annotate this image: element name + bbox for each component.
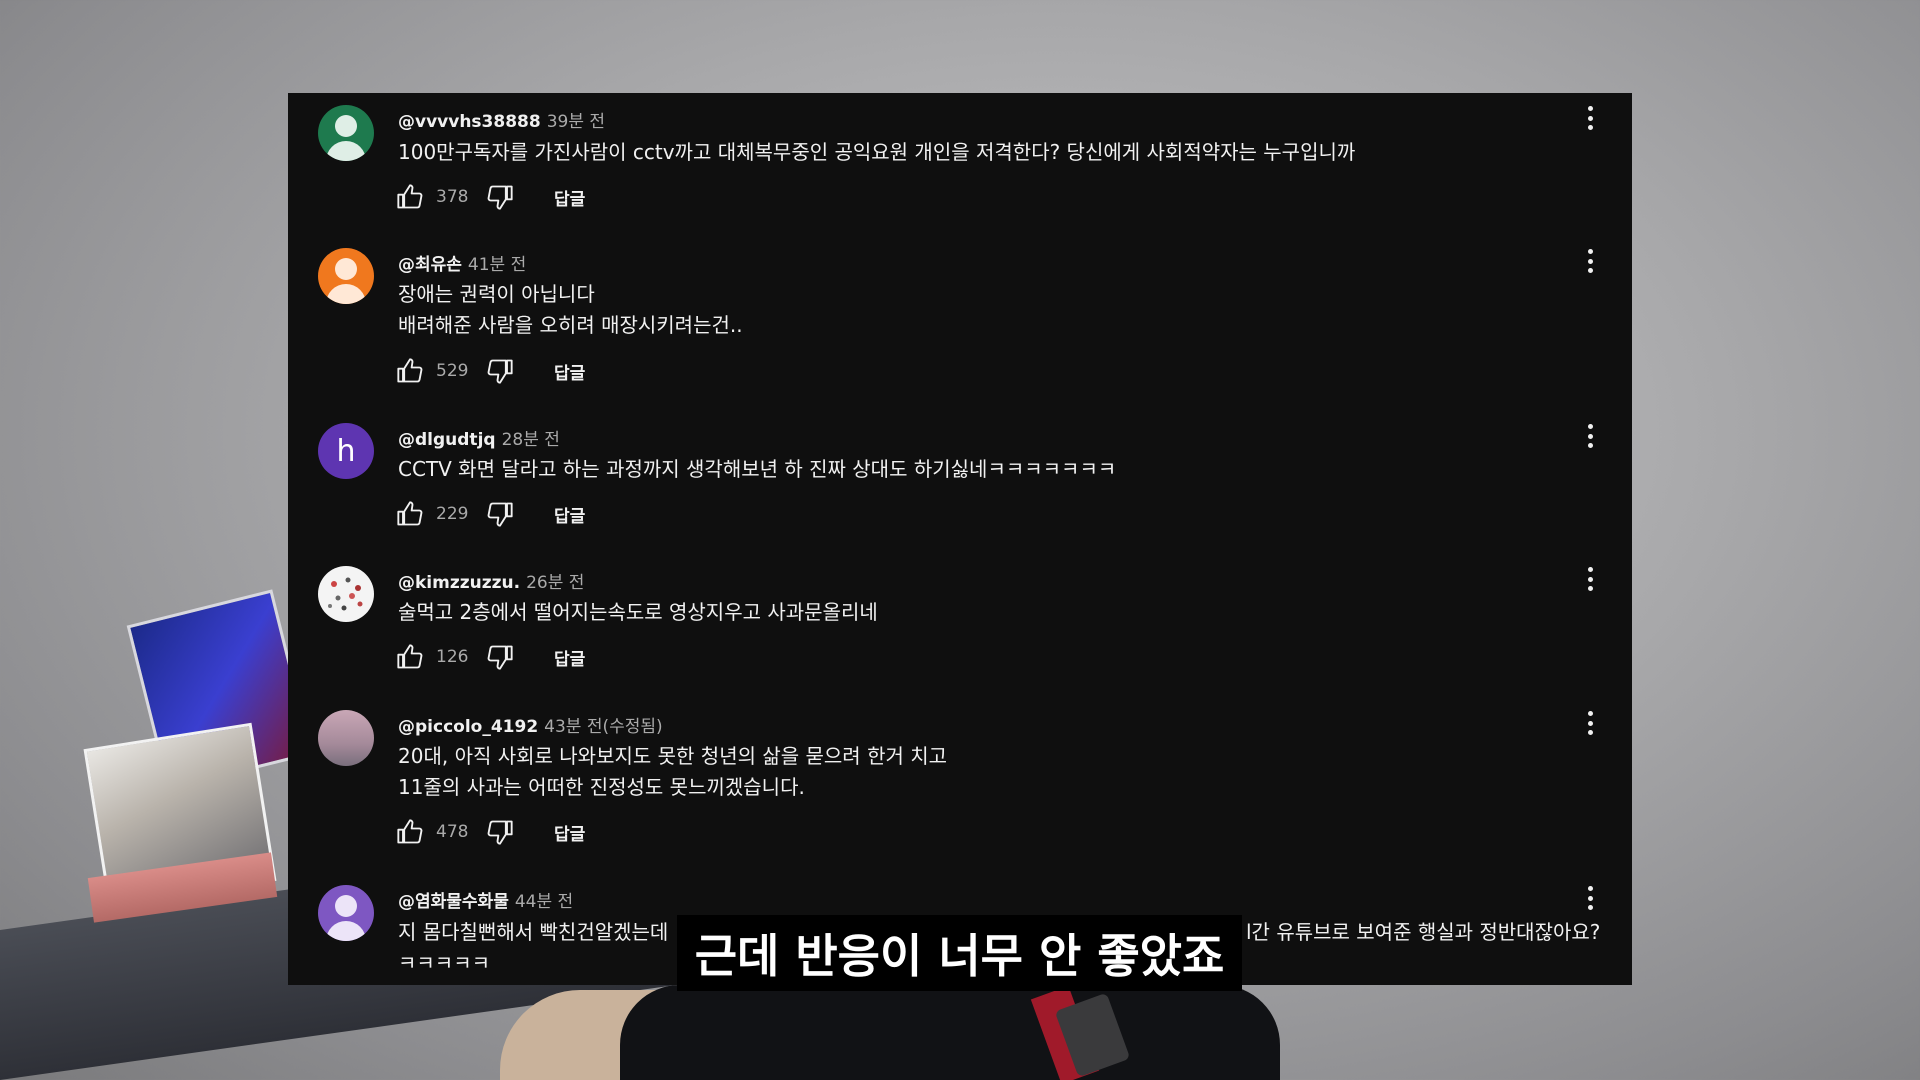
comment-actions: 378 답글 — [396, 182, 585, 212]
reply-button[interactable]: 답글 — [554, 502, 585, 527]
comment-actions: 529 답글 — [396, 356, 585, 386]
comment-text-line: ㅋㅋㅋㅋㅋ — [398, 951, 490, 975]
comment-timestamp[interactable]: 28분 전 — [502, 430, 560, 450]
comment-username[interactable]: @kimzzuzzu. — [398, 573, 520, 593]
avatar[interactable]: h — [318, 423, 374, 479]
avatar-pattern-icon — [328, 577, 363, 611]
comment-actions: 126 답글 — [396, 642, 585, 672]
comment-header: @dlgudtjq 28분 전 — [398, 425, 560, 450]
comment-text-line: CCTV 화면 달라고 하는 과정까지 생각해보년 하 진짜 상대도 하기싫네ㅋ… — [398, 457, 1117, 481]
thumbs-down-icon[interactable] — [486, 643, 514, 671]
thumbs-up-icon[interactable] — [396, 357, 424, 385]
thumbs-down-icon[interactable] — [486, 357, 514, 385]
comment-text: 술먹고 2층에서 떨어지는속도로 영상지우고 사과문올리네 — [398, 597, 878, 628]
comment-actions: 478 답글 — [396, 817, 585, 847]
more-options-icon[interactable] — [1580, 421, 1600, 451]
reply-button[interactable]: 답글 — [554, 645, 585, 670]
comment-timestamp[interactable]: 26분 전 — [526, 573, 584, 593]
avatar[interactable] — [318, 566, 374, 622]
comment-timestamp[interactable]: 44분 전 — [515, 892, 573, 912]
comment-text-line: 20대, 아직 사회로 나와보지도 못한 청년의 삶을 묻으려 한거 치고 — [398, 744, 948, 768]
more-options-icon[interactable] — [1580, 246, 1600, 276]
comment-header: @최유손 41분 전 — [398, 250, 526, 275]
comment-username[interactable]: @최유손 — [398, 255, 462, 275]
reply-button[interactable]: 답글 — [554, 185, 585, 210]
reply-button[interactable]: 답글 — [554, 820, 585, 845]
comment-username[interactable]: @염화물수화물 — [398, 892, 509, 912]
comment-header: @piccolo_4192 43분 전(수정됨) — [398, 712, 663, 737]
like-count: 378 — [436, 187, 469, 207]
comment-text: CCTV 화면 달라고 하는 과정까지 생각해보년 하 진짜 상대도 하기싫네ㅋ… — [398, 454, 1116, 485]
background-person — [620, 985, 1280, 1080]
comment-header: @vvvvhs38888 39분 전 — [398, 107, 605, 132]
like-count: 529 — [436, 361, 469, 381]
comment-timestamp[interactable]: 43분 전(수정됨) — [544, 717, 663, 737]
comment-timestamp[interactable]: 39분 전 — [547, 112, 605, 132]
comment-text-line: 11줄의 사과는 어떠한 진정성도 못느끼겠습니다. — [398, 775, 805, 799]
comment-text: 100만구독자를 가진사람이 cctv까고 대체복무중인 공익요원 개인을 저격… — [398, 137, 1355, 168]
avatar[interactable] — [318, 710, 374, 766]
comment-text-continued: l간 유튜브로 보여준 행실과 정반대잖아요? — [1246, 920, 1601, 944]
comment-text: 장애는 권력이 아닙니다 배려해준 사람을 오히려 매장시키려는건.. — [398, 279, 743, 341]
reply-button[interactable]: 답글 — [554, 359, 585, 384]
avatar[interactable] — [318, 885, 374, 941]
like-count: 478 — [436, 822, 469, 842]
comment-actions: 229 답글 — [396, 499, 585, 529]
comment-text-line: 100만구독자를 가진사람이 cctv까고 대체복무중인 공익요원 개인을 저격… — [398, 140, 1356, 164]
thumbs-down-icon[interactable] — [486, 500, 514, 528]
comment-timestamp[interactable]: 41분 전 — [468, 255, 526, 275]
comment-username[interactable]: @vvvvhs38888 — [398, 112, 541, 132]
more-options-icon[interactable] — [1580, 883, 1600, 913]
comment-username[interactable]: @piccolo_4192 — [398, 717, 538, 737]
comment-text: 지 몸다칠뻔해서 빡친건알겠는데 ㅋㅋㅋㅋㅋ — [398, 917, 668, 979]
more-options-icon[interactable] — [1580, 103, 1600, 133]
comment-header: @염화물수화물 44분 전 — [398, 887, 573, 912]
comment-text-line: 술먹고 2층에서 떨어지는속도로 영상지우고 사과문올리네 — [398, 600, 878, 624]
avatar[interactable] — [318, 248, 374, 304]
more-options-icon[interactable] — [1580, 708, 1600, 738]
like-count: 126 — [436, 647, 469, 667]
thumbs-down-icon[interactable] — [486, 818, 514, 846]
comment-text-line: 장애는 권력이 아닙니다 — [398, 282, 595, 306]
like-count: 229 — [436, 504, 469, 524]
comment-header: @kimzzuzzu. 26분 전 — [398, 568, 584, 593]
thumbs-down-icon[interactable] — [486, 183, 514, 211]
thumbs-up-icon[interactable] — [396, 500, 424, 528]
thumbs-up-icon[interactable] — [396, 818, 424, 846]
comment-username[interactable]: @dlgudtjq — [398, 430, 496, 450]
thumbs-up-icon[interactable] — [396, 643, 424, 671]
comments-panel: @vvvvhs38888 39분 전 100만구독자를 가진사람이 cctv까고 … — [288, 93, 1632, 985]
more-options-icon[interactable] — [1580, 564, 1600, 594]
avatar-letter: h — [336, 433, 356, 469]
comment-text: 20대, 아직 사회로 나와보지도 못한 청년의 삶을 묻으려 한거 치고 11… — [398, 741, 947, 803]
comment-text-line: 배려해준 사람을 오히려 매장시키려는건.. — [398, 313, 743, 337]
comment-text-line: 지 몸다칠뻔해서 빡친건알겠는데 — [398, 920, 669, 944]
thumbs-up-icon[interactable] — [396, 183, 424, 211]
video-subtitle: 근데 반응이 너무 안 좋았죠 — [677, 915, 1242, 991]
avatar[interactable] — [318, 105, 374, 161]
